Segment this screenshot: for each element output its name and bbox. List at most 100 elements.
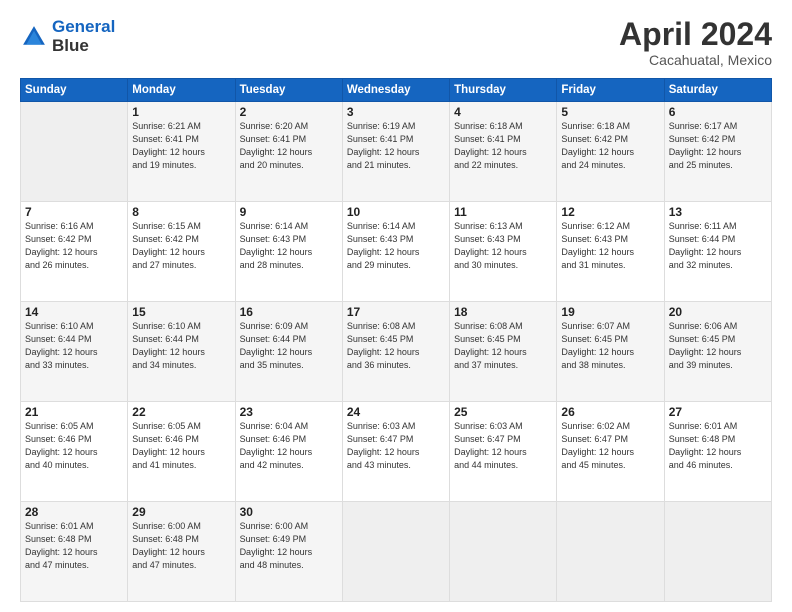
day-number: 15 (132, 305, 230, 319)
title-block: April 2024 Cacahuatal, Mexico (619, 18, 772, 68)
calendar-day-cell: 23Sunrise: 6:04 AMSunset: 6:46 PMDayligh… (235, 402, 342, 502)
day-number: 3 (347, 105, 445, 119)
month-title: April 2024 (619, 18, 772, 50)
day-info: Sunrise: 6:11 AMSunset: 6:44 PMDaylight:… (669, 220, 767, 272)
calendar-day-cell: 24Sunrise: 6:03 AMSunset: 6:47 PMDayligh… (342, 402, 449, 502)
day-number: 13 (669, 205, 767, 219)
calendar-day-cell: 28Sunrise: 6:01 AMSunset: 6:48 PMDayligh… (21, 502, 128, 602)
calendar-day-cell: 3Sunrise: 6:19 AMSunset: 6:41 PMDaylight… (342, 102, 449, 202)
calendar-day-cell: 20Sunrise: 6:06 AMSunset: 6:45 PMDayligh… (664, 302, 771, 402)
day-info: Sunrise: 6:01 AMSunset: 6:48 PMDaylight:… (25, 520, 123, 572)
day-info: Sunrise: 6:10 AMSunset: 6:44 PMDaylight:… (25, 320, 123, 372)
day-info: Sunrise: 6:08 AMSunset: 6:45 PMDaylight:… (347, 320, 445, 372)
calendar-day-cell: 17Sunrise: 6:08 AMSunset: 6:45 PMDayligh… (342, 302, 449, 402)
day-number: 29 (132, 505, 230, 519)
calendar-week-row: 1Sunrise: 6:21 AMSunset: 6:41 PMDaylight… (21, 102, 772, 202)
calendar-day-cell: 8Sunrise: 6:15 AMSunset: 6:42 PMDaylight… (128, 202, 235, 302)
weekday-header: Sunday (21, 79, 128, 102)
calendar-day-cell: 1Sunrise: 6:21 AMSunset: 6:41 PMDaylight… (128, 102, 235, 202)
day-info: Sunrise: 6:03 AMSunset: 6:47 PMDaylight:… (347, 420, 445, 472)
calendar-day-cell: 2Sunrise: 6:20 AMSunset: 6:41 PMDaylight… (235, 102, 342, 202)
page: General Blue April 2024 Cacahuatal, Mexi… (0, 0, 792, 612)
calendar-day-cell (557, 502, 664, 602)
day-number: 20 (669, 305, 767, 319)
calendar-day-cell: 11Sunrise: 6:13 AMSunset: 6:43 PMDayligh… (450, 202, 557, 302)
day-number: 21 (25, 405, 123, 419)
day-number: 14 (25, 305, 123, 319)
day-number: 23 (240, 405, 338, 419)
day-number: 5 (561, 105, 659, 119)
day-number: 30 (240, 505, 338, 519)
day-info: Sunrise: 6:21 AMSunset: 6:41 PMDaylight:… (132, 120, 230, 172)
day-info: Sunrise: 6:13 AMSunset: 6:43 PMDaylight:… (454, 220, 552, 272)
calendar-day-cell: 5Sunrise: 6:18 AMSunset: 6:42 PMDaylight… (557, 102, 664, 202)
calendar-day-cell: 19Sunrise: 6:07 AMSunset: 6:45 PMDayligh… (557, 302, 664, 402)
day-info: Sunrise: 6:02 AMSunset: 6:47 PMDaylight:… (561, 420, 659, 472)
logo: General Blue (20, 18, 115, 55)
calendar-day-cell: 12Sunrise: 6:12 AMSunset: 6:43 PMDayligh… (557, 202, 664, 302)
day-number: 22 (132, 405, 230, 419)
calendar-day-cell: 6Sunrise: 6:17 AMSunset: 6:42 PMDaylight… (664, 102, 771, 202)
day-info: Sunrise: 6:19 AMSunset: 6:41 PMDaylight:… (347, 120, 445, 172)
day-number: 27 (669, 405, 767, 419)
calendar-day-cell: 26Sunrise: 6:02 AMSunset: 6:47 PMDayligh… (557, 402, 664, 502)
calendar-day-cell: 30Sunrise: 6:00 AMSunset: 6:49 PMDayligh… (235, 502, 342, 602)
day-info: Sunrise: 6:03 AMSunset: 6:47 PMDaylight:… (454, 420, 552, 472)
day-number: 25 (454, 405, 552, 419)
day-info: Sunrise: 6:01 AMSunset: 6:48 PMDaylight:… (669, 420, 767, 472)
day-number: 26 (561, 405, 659, 419)
calendar-day-cell: 7Sunrise: 6:16 AMSunset: 6:42 PMDaylight… (21, 202, 128, 302)
location: Cacahuatal, Mexico (619, 52, 772, 68)
calendar-day-cell (342, 502, 449, 602)
calendar-day-cell: 9Sunrise: 6:14 AMSunset: 6:43 PMDaylight… (235, 202, 342, 302)
day-info: Sunrise: 6:04 AMSunset: 6:46 PMDaylight:… (240, 420, 338, 472)
calendar-day-cell: 14Sunrise: 6:10 AMSunset: 6:44 PMDayligh… (21, 302, 128, 402)
calendar-week-row: 21Sunrise: 6:05 AMSunset: 6:46 PMDayligh… (21, 402, 772, 502)
day-number: 6 (669, 105, 767, 119)
day-number: 24 (347, 405, 445, 419)
calendar-day-cell: 10Sunrise: 6:14 AMSunset: 6:43 PMDayligh… (342, 202, 449, 302)
day-number: 18 (454, 305, 552, 319)
calendar-day-cell: 18Sunrise: 6:08 AMSunset: 6:45 PMDayligh… (450, 302, 557, 402)
day-info: Sunrise: 6:15 AMSunset: 6:42 PMDaylight:… (132, 220, 230, 272)
day-number: 16 (240, 305, 338, 319)
calendar-day-cell (21, 102, 128, 202)
calendar-day-cell (450, 502, 557, 602)
day-number: 12 (561, 205, 659, 219)
day-info: Sunrise: 6:18 AMSunset: 6:41 PMDaylight:… (454, 120, 552, 172)
day-info: Sunrise: 6:05 AMSunset: 6:46 PMDaylight:… (25, 420, 123, 472)
day-info: Sunrise: 6:17 AMSunset: 6:42 PMDaylight:… (669, 120, 767, 172)
day-number: 28 (25, 505, 123, 519)
day-info: Sunrise: 6:16 AMSunset: 6:42 PMDaylight:… (25, 220, 123, 272)
day-number: 7 (25, 205, 123, 219)
day-number: 10 (347, 205, 445, 219)
day-number: 17 (347, 305, 445, 319)
calendar-day-cell: 29Sunrise: 6:00 AMSunset: 6:48 PMDayligh… (128, 502, 235, 602)
day-info: Sunrise: 6:07 AMSunset: 6:45 PMDaylight:… (561, 320, 659, 372)
weekday-header: Tuesday (235, 79, 342, 102)
day-info: Sunrise: 6:06 AMSunset: 6:45 PMDaylight:… (669, 320, 767, 372)
day-number: 2 (240, 105, 338, 119)
day-number: 11 (454, 205, 552, 219)
weekday-header: Friday (557, 79, 664, 102)
calendar-day-cell: 4Sunrise: 6:18 AMSunset: 6:41 PMDaylight… (450, 102, 557, 202)
day-number: 4 (454, 105, 552, 119)
weekday-header: Wednesday (342, 79, 449, 102)
day-number: 19 (561, 305, 659, 319)
calendar-day-cell: 16Sunrise: 6:09 AMSunset: 6:44 PMDayligh… (235, 302, 342, 402)
calendar-day-cell: 15Sunrise: 6:10 AMSunset: 6:44 PMDayligh… (128, 302, 235, 402)
calendar-week-row: 14Sunrise: 6:10 AMSunset: 6:44 PMDayligh… (21, 302, 772, 402)
day-info: Sunrise: 6:12 AMSunset: 6:43 PMDaylight:… (561, 220, 659, 272)
day-info: Sunrise: 6:00 AMSunset: 6:48 PMDaylight:… (132, 520, 230, 572)
day-number: 8 (132, 205, 230, 219)
day-info: Sunrise: 6:09 AMSunset: 6:44 PMDaylight:… (240, 320, 338, 372)
day-info: Sunrise: 6:00 AMSunset: 6:49 PMDaylight:… (240, 520, 338, 572)
day-info: Sunrise: 6:18 AMSunset: 6:42 PMDaylight:… (561, 120, 659, 172)
day-info: Sunrise: 6:05 AMSunset: 6:46 PMDaylight:… (132, 420, 230, 472)
calendar-day-cell: 13Sunrise: 6:11 AMSunset: 6:44 PMDayligh… (664, 202, 771, 302)
calendar-day-cell: 27Sunrise: 6:01 AMSunset: 6:48 PMDayligh… (664, 402, 771, 502)
day-info: Sunrise: 6:20 AMSunset: 6:41 PMDaylight:… (240, 120, 338, 172)
header: General Blue April 2024 Cacahuatal, Mexi… (20, 18, 772, 68)
day-info: Sunrise: 6:14 AMSunset: 6:43 PMDaylight:… (347, 220, 445, 272)
weekday-header: Thursday (450, 79, 557, 102)
